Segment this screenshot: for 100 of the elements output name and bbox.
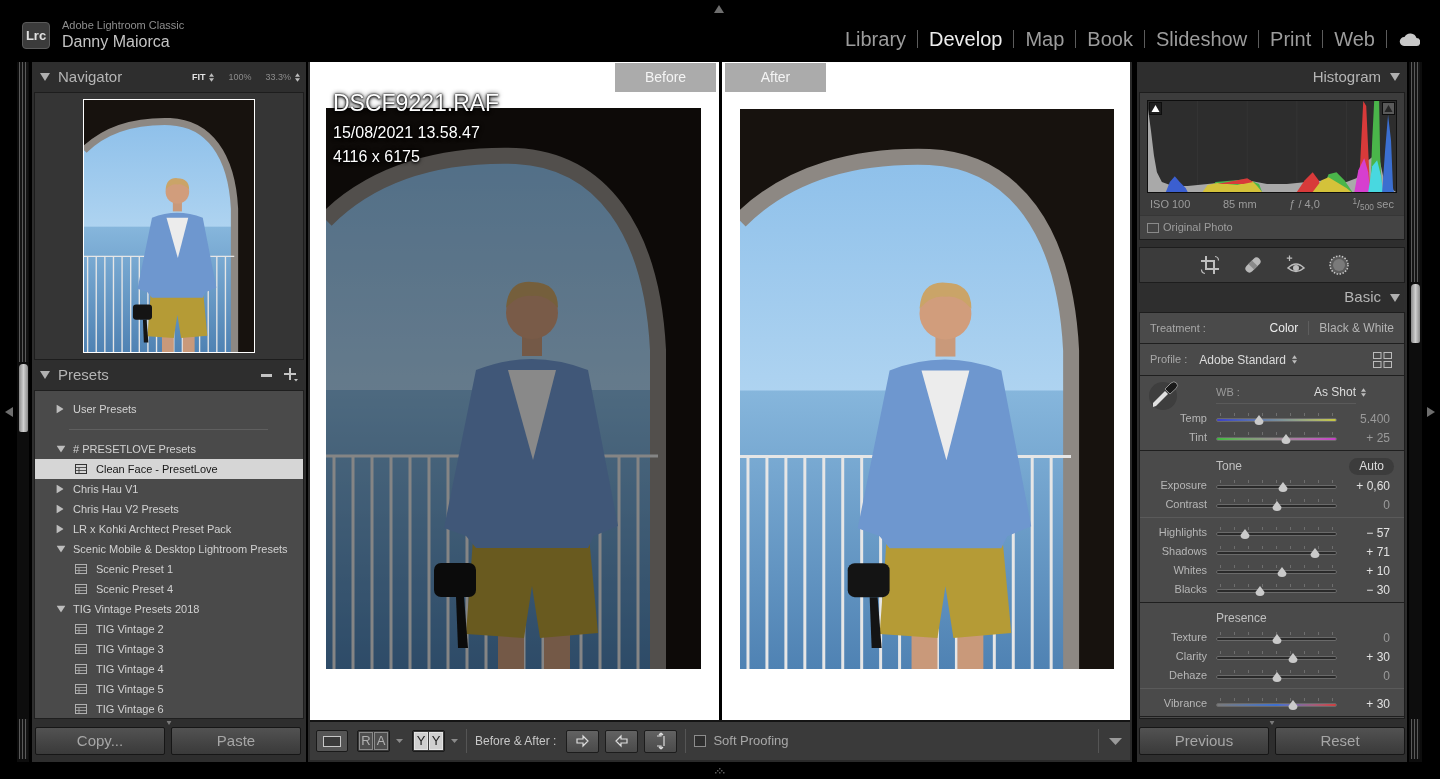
- arrow-button[interactable]: [605, 729, 639, 753]
- slider-track[interactable]: [1216, 631, 1337, 644]
- arrow-button[interactable]: [644, 729, 678, 753]
- panel-button[interactable]: Previous: [1139, 727, 1269, 755]
- preset-folder[interactable]: Chris Hau V1: [35, 479, 303, 499]
- module-tab[interactable]: Develop: [929, 27, 1003, 51]
- treatment-option[interactable]: Color: [1269, 319, 1299, 337]
- right-triangle-icon[interactable]: [56, 504, 64, 514]
- arrow-button[interactable]: [566, 729, 600, 753]
- slider-thumb[interactable]: [1287, 699, 1299, 710]
- preset-folder[interactable]: Scenic Mobile & Desktop Lightroom Presets: [35, 539, 303, 559]
- right-triangle-icon[interactable]: [1427, 407, 1435, 417]
- slider-thumb[interactable]: [1309, 547, 1321, 558]
- module-tab[interactable]: Slideshow: [1155, 27, 1248, 51]
- view-mode-button[interactable]: R A: [357, 730, 390, 752]
- preset-folder[interactable]: TIG Vintage Presets 2018: [35, 599, 303, 619]
- slider-label: Temp: [1179, 413, 1207, 424]
- view-mode-button[interactable]: Y Y: [412, 730, 445, 752]
- zoom-option[interactable]: 100%: [228, 72, 252, 82]
- module-tab[interactable]: Map: [1025, 27, 1065, 51]
- preset-item[interactable]: TIG Vintage 5: [35, 679, 303, 699]
- slider-track[interactable]: [1216, 564, 1337, 577]
- dropdown-triangle-icon[interactable]: [1109, 737, 1122, 745]
- slider-track[interactable]: [1216, 669, 1337, 682]
- checkbox[interactable]: [1147, 222, 1159, 233]
- up-triangle-icon[interactable]: [714, 5, 724, 13]
- checkbox[interactable]: [694, 735, 707, 747]
- slider-track[interactable]: [1216, 431, 1337, 444]
- module-tab[interactable]: Library: [844, 27, 907, 51]
- preset-item[interactable]: TIG Vintage 4: [35, 659, 303, 679]
- module-tab[interactable]: Book: [1087, 27, 1133, 51]
- slider-track[interactable]: [1216, 583, 1337, 596]
- plus-icon[interactable]: [284, 368, 298, 382]
- preset-item[interactable]: TIG Vintage 3: [35, 639, 303, 659]
- slider-thumb[interactable]: [1271, 633, 1282, 644]
- wb-dropdown[interactable]: As Shot: [1313, 383, 1366, 401]
- down-triangle-icon[interactable]: [1390, 73, 1400, 81]
- slider-track[interactable]: [1216, 498, 1337, 511]
- treatment-option[interactable]: Black & White: [1319, 319, 1394, 337]
- slider-thumb[interactable]: [1276, 566, 1288, 577]
- right-triangle-icon[interactable]: [56, 404, 64, 414]
- preset-icon: [75, 644, 87, 654]
- cloud-icon[interactable]: [1398, 32, 1420, 46]
- right-triangle-icon[interactable]: [56, 524, 64, 534]
- preset-item[interactable]: Clean Face - PresetLove: [35, 459, 303, 479]
- preset-folder[interactable]: Chris Hau V2 Presets: [35, 499, 303, 519]
- down-triangle-icon[interactable]: [40, 371, 50, 379]
- eye-icon[interactable]: [1285, 255, 1306, 275]
- preset-folder[interactable]: User Presets: [35, 399, 303, 419]
- minus-icon[interactable]: [261, 373, 272, 377]
- slider-track[interactable]: [1216, 545, 1337, 558]
- preset-item[interactable]: Scenic Preset 4: [35, 579, 303, 599]
- slider-track[interactable]: [1216, 412, 1337, 425]
- module-tab[interactable]: Web: [1334, 27, 1375, 51]
- slider-track[interactable]: [1216, 526, 1337, 539]
- slider-thumb[interactable]: [1239, 528, 1251, 539]
- panel-button[interactable]: Copy...: [35, 727, 165, 755]
- slider-thumb[interactable]: [1253, 414, 1265, 425]
- down-triangle-icon[interactable]: [1390, 293, 1400, 302]
- slider-thumb[interactable]: [1277, 481, 1289, 492]
- preset-item[interactable]: TIG Vintage 2: [35, 619, 303, 639]
- preset-folder[interactable]: # PRESETLOVE Presets: [35, 439, 303, 459]
- slider-thumb[interactable]: [1287, 652, 1299, 663]
- module-tab[interactable]: Print: [1270, 27, 1312, 51]
- view-mode-button[interactable]: [316, 730, 348, 752]
- caret-icon[interactable]: [451, 739, 458, 743]
- profile-dropdown[interactable]: Adobe Standard: [1199, 350, 1298, 369]
- preset-folder[interactable]: LR x Kohki Archtect Preset Pack: [35, 519, 303, 539]
- eyedropper-icon[interactable]: [1148, 379, 1180, 411]
- down-triangle-icon[interactable]: [56, 605, 66, 613]
- crop-icon[interactable]: [1199, 255, 1220, 275]
- clipping-indicator-icon[interactable]: [1382, 102, 1395, 115]
- slider-thumb[interactable]: [1254, 585, 1266, 596]
- left-triangle-icon[interactable]: [4, 407, 13, 417]
- down-triangle-icon[interactable]: [40, 73, 50, 81]
- slider-thumb[interactable]: [1271, 671, 1282, 682]
- zoom-option[interactable]: FIT: [191, 72, 215, 82]
- dotted-circle-icon[interactable]: [1328, 255, 1349, 275]
- down-triangle-icon[interactable]: [56, 545, 66, 553]
- slider-thumb[interactable]: [1271, 500, 1282, 511]
- slider-thumb[interactable]: [1280, 433, 1292, 444]
- scrollbar-thumb[interactable]: [1411, 284, 1420, 343]
- panel-button[interactable]: Reset: [1275, 727, 1405, 755]
- zoom-option[interactable]: 33.3%: [265, 72, 300, 82]
- scrollbar-thumb[interactable]: [18, 364, 28, 432]
- slider-track[interactable]: [1216, 697, 1337, 710]
- slider-value: + 30: [1365, 650, 1391, 663]
- panel-button[interactable]: Paste: [171, 727, 301, 755]
- grid-icon[interactable]: [1373, 351, 1392, 368]
- right-triangle-icon[interactable]: [56, 484, 64, 494]
- down-triangle-icon[interactable]: [56, 445, 66, 453]
- grip-icon[interactable]: [714, 767, 726, 774]
- preset-item[interactable]: TIG Vintage 6: [35, 699, 303, 718]
- auto-button[interactable]: Auto: [1349, 457, 1394, 475]
- slider-track[interactable]: [1216, 650, 1337, 663]
- clipping-indicator-icon[interactable]: [1149, 102, 1162, 115]
- caret-icon[interactable]: [396, 739, 403, 743]
- grip-strip: [18, 719, 28, 759]
- preset-item[interactable]: Scenic Preset 1: [35, 559, 303, 579]
- slider-track[interactable]: [1216, 479, 1337, 492]
